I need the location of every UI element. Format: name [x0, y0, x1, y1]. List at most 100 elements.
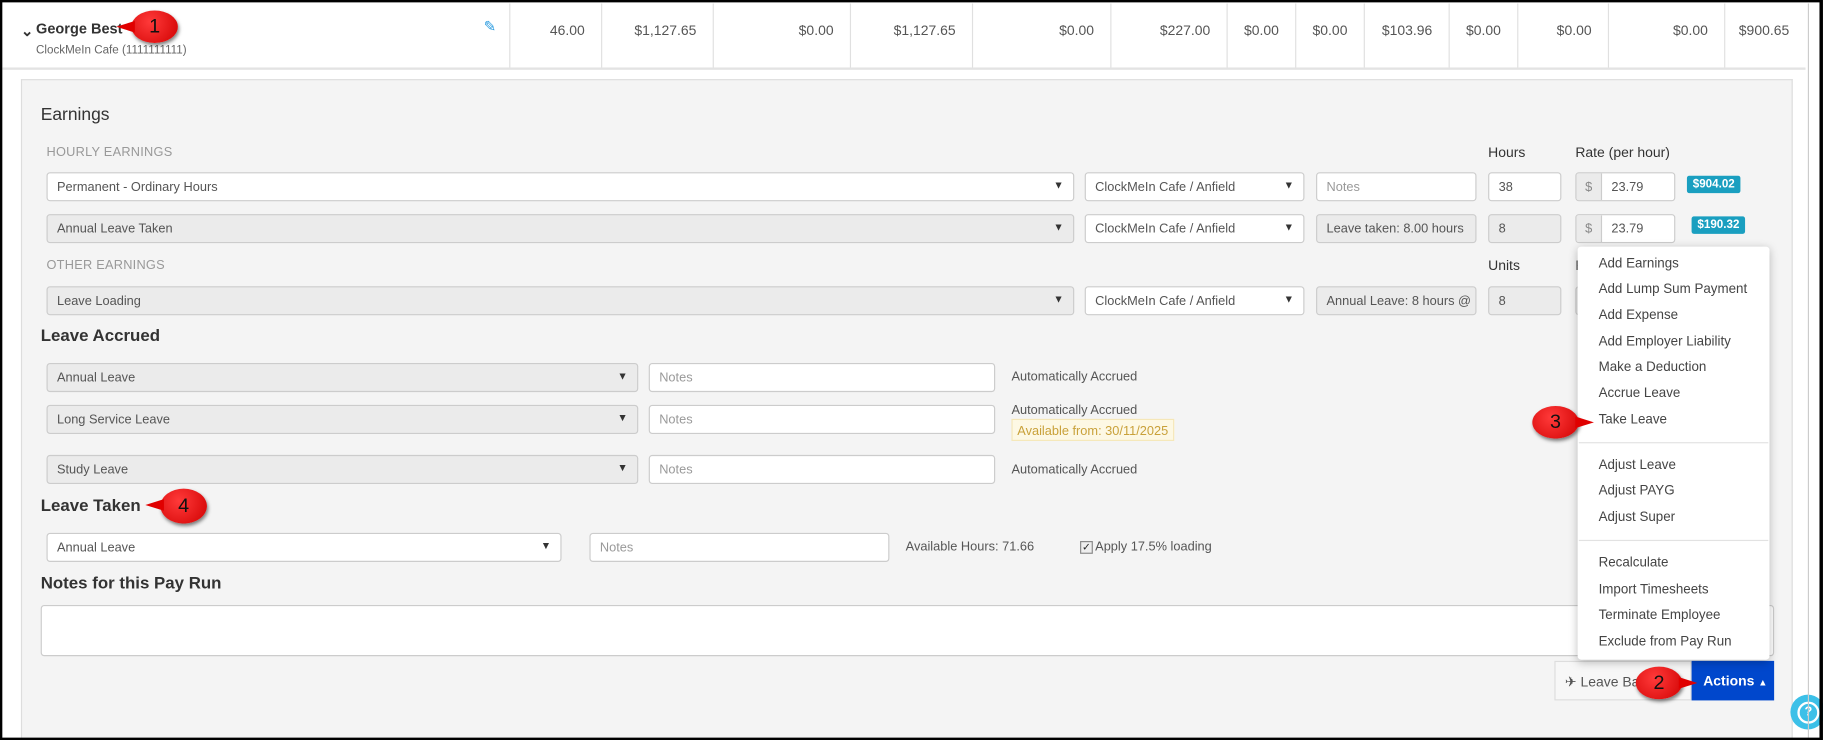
units-header: Units [1488, 257, 1520, 274]
employee-value-cell: $103.96 [1363, 3, 1449, 68]
employee-value-cell: $0.00 [1226, 3, 1296, 68]
menu-item[interactable]: Terminate Employee [1599, 609, 1721, 623]
leave-accrued-heading: Leave Accrued [40, 326, 161, 346]
earnings-type-select[interactable]: Leave Loading ▼ [46, 286, 1075, 316]
employee-value-cell: 46.00 [509, 3, 601, 68]
annotation-marker: 3 [1532, 406, 1594, 439]
employee-subtitle: ClockMeIn Cafe (1111111111) [36, 44, 187, 58]
menu-item[interactable]: Import Timesheets [1599, 583, 1709, 597]
rate-value: 23.79 [1611, 180, 1644, 195]
earnings-total-badge: $190.32 [1691, 216, 1746, 234]
select-value: Leave Loading [56, 294, 141, 309]
accrual-status: Automatically Accrued [1011, 403, 1138, 418]
apply-loading-label[interactable]: Apply 17.5% loading [1095, 540, 1212, 554]
menu-item[interactable]: Adjust Super [1599, 511, 1676, 525]
employee-value-cell: $0.00 [1517, 3, 1608, 68]
select-value: Annual Leave [56, 371, 136, 386]
dropdown-arrow-icon: ▼ [1053, 221, 1064, 233]
collapse-chevron-icon[interactable]: ⌄ [21, 22, 34, 41]
menu-item[interactable]: Add Earnings [1599, 257, 1679, 271]
annotation-marker: 1 [116, 10, 178, 44]
rate-header: Rate (per hour) [1575, 144, 1670, 161]
select-value: Study Leave [56, 463, 129, 478]
hours-header: Hours [1488, 144, 1526, 161]
employee-value-cell: $0.00 [971, 3, 1110, 68]
employee-value-cell: $900.65 [1724, 3, 1805, 68]
select-value: Permanent - Ordinary Hours [56, 180, 218, 195]
dropdown-arrow-icon: ▼ [1283, 293, 1294, 305]
hours-input[interactable]: 38 [1488, 172, 1562, 202]
actions-menu: Add Earnings Add Lump Sum Payment Add Expe… [1577, 246, 1770, 660]
apply-loading-checkbox[interactable]: ✓ [1080, 541, 1093, 554]
pay-run-screen: ⌄ George Best ClockMeIn Cafe (1111111111… [0, 0, 1823, 740]
employee-value-cell: $1,127.65 [849, 3, 972, 68]
rate-input[interactable]: $23.79 [1575, 214, 1676, 244]
employee-name[interactable]: George Best [36, 21, 122, 37]
select-value: Annual Leave [56, 541, 136, 555]
select-value: Long Service Leave [56, 413, 171, 428]
location-select[interactable]: ClockMeIn Cafe / Anfield ▼ [1084, 172, 1305, 202]
airplane-icon: ✈ [1564, 673, 1577, 690]
scrollbar-track[interactable] [1807, 3, 1810, 738]
help-button[interactable]: ? [1790, 694, 1823, 730]
leave-taken-heading: Leave Taken [40, 496, 141, 516]
menu-divider [1578, 539, 1769, 542]
earnings-total-badge: $904.02 [1686, 175, 1741, 194]
location-select[interactable]: ClockMeIn Cafe / Anfield ▼ [1084, 286, 1305, 316]
notes-input[interactable]: Notes [1316, 172, 1477, 202]
menu-item[interactable]: Accrue Leave [1599, 386, 1681, 400]
accrual-status: Automatically Accrued [1011, 463, 1138, 478]
actions-button[interactable]: Actions ▲ [1691, 660, 1775, 701]
leave-category-select[interactable]: Study Leave ▼ [46, 454, 639, 485]
notes-input[interactable]: Annual Leave: 8 hours @ [1316, 286, 1477, 316]
employee-value-cell: $1,127.65 [601, 3, 713, 68]
currency-addon: $ [1576, 173, 1603, 201]
leave-category-select[interactable]: Long Service Leave ▼ [46, 404, 639, 434]
dropdown-arrow-icon: ▼ [1053, 293, 1064, 305]
dropdown-arrow-icon: ▼ [1283, 221, 1294, 233]
earnings-type-select[interactable]: Permanent - Ordinary Hours ▼ [46, 172, 1075, 202]
menu-item[interactable]: Add Lump Sum Payment [1599, 283, 1748, 297]
available-from-notice: Available from: 30/11/2025 [1011, 418, 1175, 441]
select-value: ClockMeIn Cafe / Anfield [1095, 180, 1236, 195]
menu-item[interactable]: Add Expense [1599, 308, 1679, 322]
annotation-marker: 2 [1635, 666, 1698, 700]
menu-item[interactable]: Take Leave [1599, 413, 1667, 427]
earnings-type-select[interactable]: Annual Leave Taken ▼ [46, 214, 1075, 244]
button-label: Actions [1703, 672, 1755, 689]
menu-item[interactable]: Recalculate [1599, 556, 1669, 570]
dropdown-arrow-icon: ▼ [617, 369, 628, 382]
hours-input[interactable]: 8 [1488, 214, 1562, 244]
hourly-earnings-label: HOURLY EARNINGS [46, 145, 173, 160]
edit-pencil-icon[interactable]: ✎ [484, 17, 497, 36]
notes-input[interactable]: Notes [648, 454, 996, 485]
location-select[interactable]: ClockMeIn Cafe / Anfield ▼ [1084, 214, 1305, 244]
dropdown-arrow-icon: ▼ [1053, 179, 1064, 191]
notes-input[interactable]: Leave taken: 8.00 hours [1316, 214, 1477, 244]
menu-divider [1578, 442, 1769, 444]
dropdown-arrow-icon: ▼ [617, 461, 628, 474]
select-value: Annual Leave Taken [56, 222, 173, 237]
employee-value-cell: $0.00 [1607, 3, 1724, 68]
rate-value: 23.79 [1611, 222, 1644, 237]
dropdown-arrow-icon: ▼ [1283, 179, 1294, 191]
units-input[interactable]: 8 [1488, 286, 1562, 316]
notes-input[interactable]: Notes [589, 532, 890, 562]
menu-item[interactable]: Add Employer Liability [1599, 335, 1731, 349]
leave-taken-select[interactable]: Annual Leave ▼ [46, 532, 562, 562]
rate-input[interactable]: $23.79 [1575, 172, 1676, 202]
annotation-marker: 4 [145, 488, 207, 524]
menu-item[interactable]: Make a Deduction [1599, 361, 1707, 375]
menu-item[interactable]: Adjust PAYG [1599, 484, 1675, 498]
pay-run-notes-textarea[interactable] [40, 605, 1775, 657]
notes-input[interactable]: Notes [648, 404, 996, 434]
menu-item[interactable]: Adjust Leave [1599, 458, 1676, 472]
notes-input[interactable]: Notes [648, 363, 996, 393]
dropdown-arrow-icon: ▼ [540, 539, 552, 552]
earnings-heading: Earnings [40, 104, 110, 125]
menu-item[interactable]: Exclude from Pay Run [1599, 635, 1732, 649]
employee-value-cell: $0.00 [1448, 3, 1518, 68]
leave-category-select[interactable]: Annual Leave ▼ [46, 363, 639, 393]
employee-value-cell: $0.00 [712, 3, 850, 68]
dropdown-arrow-icon: ▼ [617, 411, 628, 424]
